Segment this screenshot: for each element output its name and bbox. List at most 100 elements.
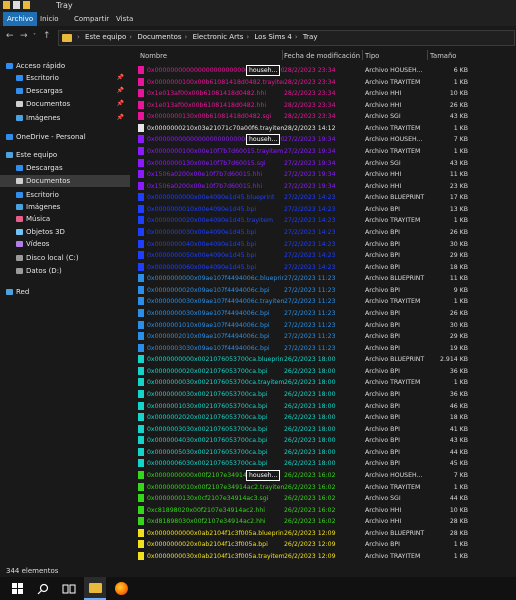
table-row[interactable]: 0x0000000030x0021076053700ca.bpi 26/2/202…	[134, 389, 516, 400]
file-icon	[138, 470, 144, 479]
table-row[interactable]: 0x0000004030x0021076053700ca.bpi 26/2/202…	[134, 435, 516, 446]
table-row[interactable]: 0x0000000030x0ab2104f1c3f005a.trayitem 26…	[134, 551, 516, 562]
file-name: 0x0000000030x09ae107f4494006c.trayitem	[147, 298, 284, 306]
tab-archivo[interactable]: Archivo	[3, 12, 38, 26]
rename-input[interactable]: househ...	[246, 469, 281, 481]
search-icon[interactable]	[32, 577, 54, 600]
table-row[interactable]: 0x0000000030x09ae107f4494006c.bpi 27/2/20…	[134, 308, 516, 319]
sidebar-item-documentos[interactable]: Documentos	[0, 175, 130, 187]
column-header-name[interactable]: Nombre	[140, 52, 167, 60]
sidebar-item-imágenes[interactable]: Imágenes	[0, 201, 130, 213]
table-row[interactable]: 0x0000000000000000000000000000000000000h…	[134, 134, 516, 146]
table-row[interactable]: 0x0000001030x0021076053700ca.bpi 26/2/202…	[134, 401, 516, 412]
table-row[interactable]: 0x0000000020x00e4090e1d45.trayitem 27/2/2…	[134, 215, 516, 226]
table-row[interactable]: 0x0000000000x09ae107f4494006c.blueprint 2…	[134, 273, 516, 284]
sidebar-item-escritorio[interactable]: Escritorio	[0, 189, 130, 201]
sidebar-item-documentos[interactable]: Documentos 📌	[0, 98, 130, 110]
table-row[interactable]: 0x0000000040x00e4090e1d45.bpi 27/2/2023 1…	[134, 239, 516, 250]
rename-input[interactable]: househ...	[246, 65, 281, 76]
table-row[interactable]: 0x1506a0200x00e10f7b7d60015.hhi 27/2/2023…	[134, 169, 516, 180]
tab-vista[interactable]: Vista	[112, 12, 137, 26]
table-row[interactable]: 0x0000000020x09ae107f4494006c.bpi 27/2/20…	[134, 285, 516, 296]
table-row[interactable]: 0x0000000010x00e4090e1d45.bpi 27/2/2023 1…	[134, 204, 516, 215]
file-name: 0x1506a0200x00e10f7b7d60015.hhi	[147, 182, 263, 190]
table-row[interactable]: 0xc81898020x00f2107e34914ac2.hhi 26/2/202…	[134, 505, 516, 516]
sidebar-item-datos-d-[interactable]: Datos (D:)	[0, 265, 130, 277]
table-row[interactable]: 0x0000001010x09ae107f4494006c.bpi 27/2/20…	[134, 320, 516, 331]
file-explorer-icon[interactable]	[84, 577, 106, 600]
table-row[interactable]: 0x0000006030x0021076053700ca.bpi 26/2/202…	[134, 458, 516, 469]
table-row[interactable]: 0x0000000130x00b61081418d0482.sgi 28/2/20…	[134, 111, 516, 122]
table-row[interactable]: 0xd81898030x00f2107e34914ac2.hhi 26/2/202…	[134, 516, 516, 527]
sidebar-item-acceso-rápido[interactable]: Acceso rápido	[0, 60, 130, 72]
breadcrumb-los-sims-4[interactable]: Los Sims 4	[254, 33, 291, 41]
table-row[interactable]: 0x0000003030x09ae107f4494006c.bpi 27/2/20…	[134, 343, 516, 354]
up-arrow-icon[interactable]: ↑	[43, 31, 51, 41]
table-row[interactable]: 0x0000000130x0cf2107e34914ac3.sgi 26/2/20…	[134, 493, 516, 504]
column-header-date[interactable]: Fecha de modificación	[284, 52, 360, 60]
breadcrumb-electronic-arts[interactable]: Electronic Arts	[193, 33, 244, 41]
sidebar-item-descargas[interactable]: Descargas 📌	[0, 85, 130, 97]
table-row[interactable]: 0x0000005030x0021076053700ca.bpi 26/2/202…	[134, 447, 516, 458]
file-icon	[138, 332, 144, 341]
tab-inicio[interactable]: Inicio	[36, 12, 63, 26]
table-row[interactable]: 0x0000000130x00e10f7b7d60015.sgi 27/2/202…	[134, 158, 516, 169]
task-view-icon[interactable]	[58, 577, 80, 600]
recent-locations-chevron-icon[interactable]: ˅	[33, 33, 36, 40]
column-header-type[interactable]: Tipo	[365, 52, 379, 60]
table-row[interactable]: 0x0000000020x0ab2104f1c3f005a.bpi 26/2/20…	[134, 539, 516, 550]
table-row[interactable]: 0x0000000020x0021076053700ca.bpi 26/2/202…	[134, 366, 516, 377]
table-row[interactable]: 0x0000002010x09ae107f4494006c.bpi 27/2/20…	[134, 331, 516, 342]
table-row[interactable]: 0x1506a0200x00e10f7b7d60015.hhi 27/2/2023…	[134, 181, 516, 192]
breadcrumb-tray[interactable]: Tray	[303, 33, 318, 41]
back-arrow-icon[interactable]: ←	[6, 31, 14, 41]
sidebar-item-escritorio[interactable]: Escritorio 📌	[0, 72, 130, 84]
table-row[interactable]: 0x0000000100x00b61081418d0482.trayitem 28…	[134, 77, 516, 88]
table-row[interactable]: 0x1e013af00x00b61081418d0482.hhi 28/2/202…	[134, 100, 516, 111]
tab-compartir[interactable]: Compartir	[70, 12, 113, 26]
table-row[interactable]: 0x0000000210x03e21071c70a00f6.trayitem 28…	[134, 123, 516, 134]
table-row[interactable]: 0x0000000030x09ae107f4494006c.trayitem 27…	[134, 296, 516, 307]
table-row[interactable]: 0x0000000060x00e4090e1d45.bpi 27/2/2023 1…	[134, 262, 516, 273]
column-header-size[interactable]: Tamaño	[430, 52, 456, 60]
file-icon	[138, 216, 144, 225]
table-row[interactable]: 0x0000000010x00f2107e34914ac2.trayitem 26…	[134, 482, 516, 493]
file-date: 26/2/2023 16:02	[284, 471, 336, 479]
table-row[interactable]: 0x0000000000x0021076053700ca.blueprint 26…	[134, 354, 516, 365]
new-folder-icon[interactable]	[23, 1, 30, 9]
breadcrumb-este-equipo[interactable]: Este equipo	[85, 33, 126, 41]
table-row[interactable]: 0x1e013af00x00b61081418d0482.hhi 28/2/202…	[134, 88, 516, 99]
file-size: 44 KB	[449, 495, 468, 503]
sidebar-item-objetos-3d[interactable]: Objetos 3D	[0, 226, 130, 238]
file-icon	[138, 494, 144, 503]
sidebar-item-este-equipo[interactable]: Este equipo	[0, 149, 130, 161]
address-bar[interactable]: › Este equipo › Documentos › Electronic Ar…	[58, 30, 515, 46]
forward-arrow-icon[interactable]: →	[20, 31, 28, 41]
file-name: 0x0000000100x00e10f7b7d60015.trayitem	[147, 147, 284, 155]
sidebar-item-disco-local-c-[interactable]: Disco local (C:)	[0, 252, 130, 264]
file-name: 0x0000000030x0021076053700ca.trayitem	[147, 379, 284, 387]
table-row[interactable]: 0x0000000000000000000000000000000000000h…	[134, 65, 516, 76]
breadcrumb-documentos[interactable]: Documentos	[137, 33, 181, 41]
table-row[interactable]: 0x0000002020x0021076053700ca.bpi 26/2/202…	[134, 412, 516, 423]
table-row[interactable]: 0x0000000050x00e4090e1d45.bpi 27/2/2023 1…	[134, 250, 516, 261]
file-name-cell: 0x0000000130x00e10f7b7d60015.sgi	[138, 158, 284, 169]
table-row[interactable]: 0x0000000030x00e4090e1d45.bpi 27/2/2023 1…	[134, 227, 516, 238]
table-row[interactable]: 0x0000000100x00e10f7b7d60015.trayitem 27/…	[134, 146, 516, 157]
windows-logo-icon[interactable]	[6, 577, 28, 600]
sidebar-item-red[interactable]: Red	[0, 286, 130, 298]
table-row[interactable]: 0x0000000030x0021076053700ca.trayitem 26/…	[134, 377, 516, 388]
sidebar-item-onedrive-personal[interactable]: OneDrive - Personal	[0, 131, 130, 143]
rename-input[interactable]: househ...	[246, 134, 281, 146]
table-row[interactable]: 0x0000003030x0021076053700ca.bpi 26/2/202…	[134, 424, 516, 435]
sidebar-item-imágenes[interactable]: Imágenes 📌	[0, 112, 130, 124]
firefox-icon[interactable]	[110, 577, 132, 600]
properties-icon[interactable]	[13, 1, 20, 9]
table-row[interactable]: 0x0000000000x00f2107e34914ac2 househ... 26…	[134, 469, 516, 481]
table-row[interactable]: 0x0000000000x00e4090e1d45.blueprint 27/2/…	[134, 192, 516, 203]
sidebar-item-descargas[interactable]: Descargas	[0, 162, 130, 174]
sidebar-item-vídeos[interactable]: Vídeos	[0, 238, 130, 250]
table-row[interactable]: 0x0000000000x0ab2104f1c3f005a.blueprint 2…	[134, 528, 516, 539]
cloud-icon	[6, 134, 13, 140]
sidebar-item-música[interactable]: Música	[0, 213, 130, 225]
